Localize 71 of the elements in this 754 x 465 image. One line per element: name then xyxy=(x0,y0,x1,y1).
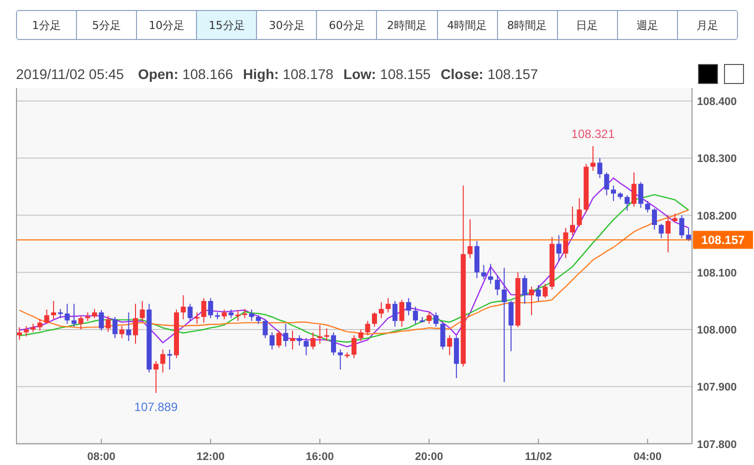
candlestick xyxy=(201,298,206,324)
candlestick xyxy=(658,223,664,239)
axis-label: 12:00 xyxy=(196,450,225,463)
candlestick xyxy=(85,312,90,322)
axis-label: 04:00 xyxy=(634,450,662,463)
candlestick xyxy=(563,227,568,259)
candlestick xyxy=(597,158,602,179)
candlestick xyxy=(283,323,288,348)
candlestick xyxy=(44,309,50,324)
axis-label: 108.100 xyxy=(697,267,737,280)
ref-line-label: 108.157 xyxy=(701,232,746,247)
candlestick xyxy=(222,309,227,320)
candlestick xyxy=(126,312,132,342)
candlestick xyxy=(180,294,186,320)
candlestick xyxy=(420,316,425,324)
candlestick xyxy=(576,198,582,228)
price-label: 107.889 xyxy=(134,400,178,414)
candlestick xyxy=(119,326,124,339)
axis-label: 107.900 xyxy=(697,382,737,394)
candlestick xyxy=(262,318,268,339)
candlestick xyxy=(16,326,22,340)
field-label: Low: xyxy=(343,66,376,82)
candlestick xyxy=(64,303,70,324)
field-value: 108.157 xyxy=(487,66,538,82)
candlestick xyxy=(242,308,248,319)
field-label: Close: xyxy=(440,66,484,82)
candlestick xyxy=(522,274,528,304)
candlestick xyxy=(24,326,29,337)
candlestick xyxy=(590,146,596,172)
candlestick xyxy=(352,334,356,359)
candlestick xyxy=(378,302,384,319)
candlestick xyxy=(618,192,623,200)
candlestick xyxy=(140,300,145,322)
color-swatch[interactable] xyxy=(698,64,718,84)
color-swatch[interactable] xyxy=(724,64,744,84)
candlestick xyxy=(584,163,589,213)
candlestick xyxy=(570,206,575,236)
axis-label: 108.400 xyxy=(697,96,737,108)
axis-label: 20:00 xyxy=(415,450,444,463)
candlestick xyxy=(324,328,330,342)
field-label: Open: xyxy=(138,66,178,82)
candlestick xyxy=(481,264,486,280)
candlestick xyxy=(679,214,684,239)
datetime-text: 2019/11/02 05:45 xyxy=(16,66,124,82)
field-value: 108.178 xyxy=(282,66,334,82)
field-value: 108.155 xyxy=(380,66,431,82)
axis-label: 108.300 xyxy=(697,153,737,166)
candlestick xyxy=(133,303,138,344)
candlestick xyxy=(112,316,118,339)
candlestick xyxy=(542,283,548,299)
timeframe-tab[interactable]: 15分足 xyxy=(196,11,256,39)
price-badge: 108.157 xyxy=(693,230,753,249)
candlestick xyxy=(304,338,309,356)
field-label: High: xyxy=(243,66,279,82)
field-value: 108.166 xyxy=(182,66,234,82)
axis-label: 11/02 xyxy=(524,450,552,463)
axis-label: 108.200 xyxy=(697,210,737,222)
timeframe-tab[interactable]: 月足 xyxy=(676,11,737,39)
candlestick xyxy=(638,182,644,208)
axis-label: 08:00 xyxy=(87,450,116,463)
candlestick xyxy=(686,227,692,242)
candlestick xyxy=(106,315,111,332)
price-label: 108.321 xyxy=(571,127,615,142)
axis-label: 16:00 xyxy=(306,450,334,463)
candlestick xyxy=(399,299,404,328)
axis-label: 108.000 xyxy=(697,324,737,337)
candlestick xyxy=(440,322,446,350)
axis-label: 107.800 xyxy=(697,438,737,451)
candlestick xyxy=(160,349,166,373)
candlestick xyxy=(344,352,350,359)
candlestick xyxy=(358,329,364,342)
